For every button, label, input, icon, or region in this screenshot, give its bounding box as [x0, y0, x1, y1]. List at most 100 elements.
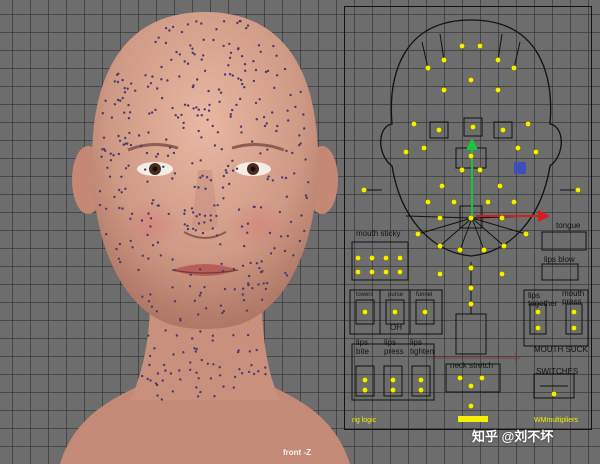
rig-dot [155, 155, 158, 158]
control-dot[interactable] [468, 383, 474, 389]
control-dot[interactable] [533, 149, 539, 155]
rig-dot [291, 151, 294, 155]
control-dot[interactable] [457, 247, 463, 253]
rig-dot [128, 131, 131, 135]
control-dot[interactable] [411, 121, 417, 127]
control-dot[interactable] [369, 255, 375, 261]
control-dot[interactable] [437, 271, 443, 277]
control-dot[interactable] [457, 375, 463, 381]
label-lips-together: lips together [528, 291, 558, 308]
control-dot[interactable] [437, 243, 443, 249]
control-dot[interactable] [501, 243, 507, 249]
control-dot[interactable] [468, 285, 474, 291]
rig-dot [175, 50, 178, 54]
rig-dot [218, 100, 221, 104]
control-dot[interactable] [422, 309, 428, 315]
control-dot[interactable] [437, 215, 443, 221]
rig-dot [219, 304, 223, 307]
control-dot[interactable] [369, 269, 375, 275]
control-dot[interactable] [383, 269, 389, 275]
control-dot[interactable] [418, 387, 424, 393]
face-control-panel[interactable]: mouth sticky tongue lips blow lowers pur… [344, 6, 592, 430]
control-dot[interactable] [441, 87, 447, 93]
control-dot[interactable] [468, 77, 474, 83]
control-dot[interactable] [511, 199, 517, 205]
control-dot[interactable] [515, 145, 521, 151]
rig-dot [264, 373, 267, 376]
control-dot[interactable] [535, 309, 541, 315]
rig-dot [219, 243, 222, 246]
control-dot[interactable] [499, 271, 505, 277]
rig-dot [238, 368, 241, 371]
rig-dot [298, 144, 301, 147]
viewport[interactable]: front -Z mouth sticky tongue lips blow l… [0, 0, 600, 464]
control-dot[interactable] [403, 149, 409, 155]
control-dot[interactable] [551, 391, 557, 397]
control-dot[interactable] [355, 255, 361, 261]
control-dot[interactable] [470, 124, 476, 130]
control-dot[interactable] [425, 199, 431, 205]
control-dot[interactable] [479, 375, 485, 381]
control-dot[interactable] [535, 325, 541, 331]
control-dot[interactable] [495, 87, 501, 93]
rig-dot [154, 40, 157, 44]
control-dot[interactable] [421, 145, 427, 151]
control-dot[interactable] [497, 183, 503, 189]
rig-dot [266, 148, 269, 151]
control-dot[interactable] [451, 199, 457, 205]
control-dot[interactable] [397, 255, 403, 261]
control-dot[interactable] [468, 301, 474, 307]
control-dot[interactable] [425, 65, 431, 71]
control-dot[interactable] [485, 199, 491, 205]
control-dot[interactable] [441, 57, 447, 63]
control-dot[interactable] [500, 127, 506, 133]
rig-dot [120, 191, 123, 194]
control-dot[interactable] [468, 153, 474, 159]
rig-dot [197, 377, 200, 380]
control-dot[interactable] [459, 167, 465, 173]
rig-dot [252, 79, 256, 83]
control-dot[interactable] [418, 377, 424, 383]
rig-dot [229, 51, 233, 54]
control-dot[interactable] [397, 269, 403, 275]
control-dot[interactable] [468, 215, 474, 221]
control-dot[interactable] [361, 187, 367, 193]
control-dot[interactable] [571, 309, 577, 315]
control-dot[interactable] [390, 377, 396, 383]
control-dot[interactable] [355, 269, 361, 275]
control-dot[interactable] [495, 57, 501, 63]
control-dot[interactable] [525, 121, 531, 127]
control-dot[interactable] [362, 377, 368, 383]
control-dot[interactable] [362, 387, 368, 393]
control-dot[interactable] [459, 43, 465, 49]
control-dot[interactable] [439, 183, 445, 189]
control-dot[interactable] [415, 231, 421, 237]
rig-dot [237, 208, 241, 211]
rig-dot [260, 298, 264, 301]
control-dot[interactable] [477, 167, 483, 173]
control-dot[interactable] [477, 43, 483, 49]
rig-dot [149, 293, 152, 296]
control-dot[interactable] [523, 231, 529, 237]
rig-dot [303, 127, 306, 130]
rig-dot [239, 125, 243, 128]
control-dot[interactable] [575, 187, 581, 193]
control-dot[interactable] [571, 325, 577, 331]
control-dot[interactable] [499, 215, 505, 221]
control-dot[interactable] [511, 65, 517, 71]
rig-dot [204, 187, 207, 190]
control-dot[interactable] [383, 255, 389, 261]
control-dot[interactable] [468, 265, 474, 271]
control-dot[interactable] [481, 247, 487, 253]
control-dot[interactable] [468, 403, 474, 409]
control-dot[interactable] [436, 127, 442, 133]
rig-dot [266, 177, 269, 181]
control-dot[interactable] [392, 309, 398, 315]
rig-dot [215, 28, 218, 31]
rig-dot [232, 334, 235, 337]
control-dot[interactable] [390, 387, 396, 393]
rig-dot [205, 176, 209, 179]
control-dot[interactable] [362, 309, 368, 315]
rig-dot [146, 180, 149, 183]
rig-dot [113, 103, 117, 106]
